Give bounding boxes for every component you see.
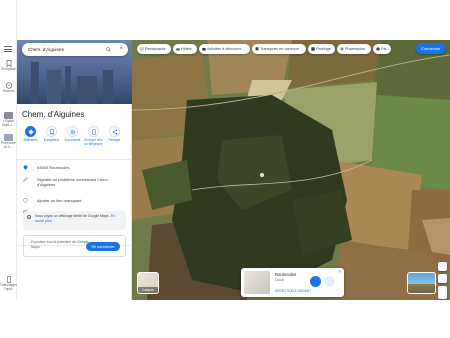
layers-label: Calques xyxy=(138,287,158,293)
rail-download-label: Télécharger l'appli xyxy=(0,283,18,291)
bookmark-icon xyxy=(49,128,54,135)
pharmacy-icon xyxy=(340,47,344,51)
close-icon[interactable]: × xyxy=(338,269,341,274)
satellite-imagery xyxy=(132,40,450,300)
card-share-button[interactable] xyxy=(324,276,335,287)
rail-recent-place-2-label: Prefecture de S… xyxy=(1,141,16,149)
info-icon xyxy=(27,215,31,219)
chip-hotels[interactable]: Hôtels xyxy=(173,44,197,54)
left-rail: Enregistré Récents L'Église Saint-J… Pre… xyxy=(0,0,17,300)
chip-more[interactable]: Dis… xyxy=(373,44,391,54)
chip-transit[interactable]: Transports en commun xyxy=(252,44,306,54)
add-missing-place-text: Ajouter un lieu manquant xyxy=(37,198,82,203)
location-button[interactable] xyxy=(438,262,447,271)
panel-bottom-area xyxy=(0,300,132,338)
satellite-map[interactable] xyxy=(132,40,450,300)
card-directions-button[interactable] xyxy=(310,276,321,287)
edit-pencil-icon xyxy=(23,177,28,182)
action-bar: Itinéraires Enregistrer À proximité Envo… xyxy=(20,126,130,154)
search-icon[interactable] xyxy=(106,47,111,52)
save-button[interactable]: Enregistrer xyxy=(41,126,62,143)
hotel-icon xyxy=(176,48,180,51)
chip-parking[interactable]: Parkings xyxy=(308,44,335,54)
chip-parking-label: Parkings xyxy=(316,47,331,51)
signin-promo: Exploitez tout le potentiel de Google Ma… xyxy=(23,235,126,257)
report-problem-text: Signaler un problème concernant Chem. d'… xyxy=(37,177,109,187)
card-subtitle: Calcat xyxy=(275,278,285,282)
share-label: Partager xyxy=(108,138,121,142)
camera-icon xyxy=(202,48,206,51)
chip-restaurants[interactable]: Restaurants xyxy=(137,44,171,54)
directions-icon xyxy=(27,128,34,135)
send-to-phone-label: Envoyer vers un téléphone xyxy=(84,138,103,146)
share-icon xyxy=(112,129,117,134)
zoom-controls[interactable] xyxy=(438,286,447,299)
rail-recent-place-1[interactable]: L'Église Saint-J… xyxy=(0,112,17,127)
rail-recents[interactable]: Récents xyxy=(0,82,17,94)
nearby-button[interactable]: À proximité xyxy=(62,126,83,143)
rail-download-app[interactable]: Télécharger l'appli xyxy=(0,276,17,291)
divider xyxy=(17,159,132,160)
card-map-thumbnail xyxy=(244,271,270,294)
streetview-pegman-button[interactable] xyxy=(438,274,447,283)
chip-restaurants-label: Restaurants xyxy=(145,47,166,51)
restaurant-icon xyxy=(140,47,144,51)
nearby-label: À proximité xyxy=(64,138,81,142)
add-place-icon xyxy=(23,198,28,203)
hamburger-menu-icon[interactable] xyxy=(4,46,12,52)
location-pin-icon xyxy=(23,165,28,170)
place-panel: Chem. d'Aiguines × Chem. d'Aiguines Itin… xyxy=(17,40,132,300)
building-thumbnail xyxy=(4,134,13,141)
phone-download-icon xyxy=(6,276,11,283)
signin-button[interactable]: Se connecter xyxy=(86,242,120,251)
search-input[interactable]: Chem. d'Aiguines xyxy=(28,47,64,52)
phone-icon xyxy=(91,128,96,135)
bookmark-icon xyxy=(6,60,11,67)
close-icon[interactable]: × xyxy=(119,46,123,53)
card-link[interactable]: DERECTION & SUIVANT xyxy=(275,289,311,293)
atm-icon xyxy=(376,47,380,51)
directions-button[interactable]: Itinéraires xyxy=(20,126,41,143)
nearby-icon xyxy=(70,129,75,134)
parking-icon xyxy=(311,47,315,51)
chip-activities-label: Activités à découvrir xyxy=(207,47,241,51)
location-card[interactable]: Roumoules Calcat DERECTION & SUIVANT × xyxy=(241,268,344,297)
rail-recent-place-2[interactable]: Prefecture de S… xyxy=(0,134,17,149)
chip-pharmacies-label: Pharmacies xyxy=(345,47,366,51)
history-icon xyxy=(5,82,12,89)
rail-saved[interactable]: Enregistré xyxy=(0,60,17,72)
chip-transit-label: Transports en commun xyxy=(260,47,299,51)
chip-more-label: Dis… xyxy=(381,47,391,51)
map-bottom-area xyxy=(132,300,450,338)
church-thumbnail xyxy=(4,112,13,119)
rail-recents-label: Récents xyxy=(2,89,15,93)
limited-view-text: Vous voyez un affichage limité de Google… xyxy=(35,214,110,218)
transit-icon xyxy=(255,47,259,51)
share-button[interactable]: Partager xyxy=(104,126,125,143)
chip-hotels-label: Hôtels xyxy=(181,47,192,51)
limited-view-notice: Vous voyez un affichage limité de Google… xyxy=(23,211,126,230)
search-box[interactable]: Chem. d'Aiguines × xyxy=(22,43,128,56)
card-title: Roumoules xyxy=(275,272,297,277)
chip-pharmacies[interactable]: Pharmacies xyxy=(337,44,371,54)
signin-promo-text: Exploitez tout le potentiel de Google Ma… xyxy=(31,240,89,249)
address-text: 04500 Roumoules xyxy=(37,165,70,170)
chip-activities[interactable]: Activités à découvrir xyxy=(199,44,250,54)
streetview-preview[interactable] xyxy=(407,272,436,294)
rail-recent-place-1-label: L'Église Saint-J… xyxy=(1,119,16,127)
save-label: Enregistrer xyxy=(43,138,60,142)
layers-button[interactable]: Calques xyxy=(137,272,159,294)
rail-saved-label: Enregistré xyxy=(1,67,16,71)
directions-label: Itinéraires xyxy=(23,138,38,142)
place-title: Chem. d'Aiguines xyxy=(22,110,85,119)
send-to-phone-button[interactable]: Envoyer vers un téléphone xyxy=(83,126,104,146)
connect-button[interactable]: Connexion xyxy=(416,43,445,54)
